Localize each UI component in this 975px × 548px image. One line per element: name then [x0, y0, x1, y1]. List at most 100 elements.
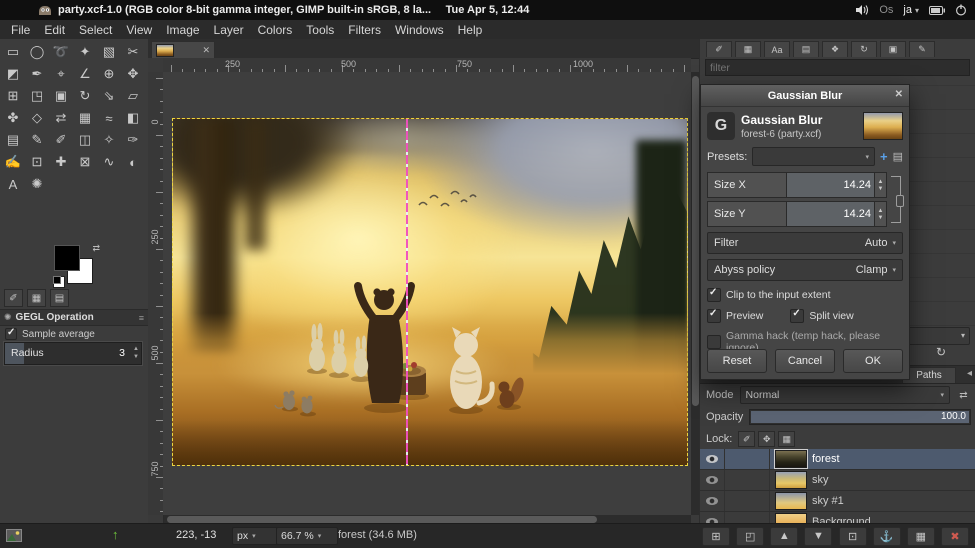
keyboard-layout-indicator[interactable]: ja: [903, 4, 912, 16]
tool-text[interactable]: A: [1, 173, 25, 195]
unit-combo[interactable]: px ▾: [232, 527, 278, 545]
lock-alpha-icon[interactable]: ▦: [778, 431, 795, 447]
tool-move[interactable]: ✥: [121, 63, 145, 85]
spin-up-icon[interactable]: ▲: [133, 345, 139, 353]
delete-layer-button[interactable]: ✖: [941, 527, 969, 546]
visibility-toggle[interactable]: [700, 491, 725, 511]
tool-scissors-select[interactable]: ✂: [121, 41, 145, 63]
tool-paths[interactable]: ✒: [25, 63, 49, 85]
gradient-preview-icon[interactable]: ▤: [50, 289, 69, 307]
tool-free-select[interactable]: ➰: [49, 41, 73, 63]
clock[interactable]: Tue Apr 5, 12:44: [446, 4, 530, 16]
menu-file[interactable]: File: [4, 21, 37, 39]
color-selector[interactable]: ⇄: [54, 245, 98, 287]
tool-clone[interactable]: ⊡: [25, 151, 49, 173]
size-x-field[interactable]: Size X 14.24 ▲ ▼: [707, 172, 887, 198]
radius-value[interactable]: 3: [119, 347, 125, 359]
spin-up-icon[interactable]: ▲: [878, 179, 884, 185]
tool-cage-transform[interactable]: ▦: [73, 107, 97, 129]
visibility-toggle[interactable]: [700, 470, 725, 490]
tool-mypaint-brush[interactable]: ✍: [1, 151, 25, 173]
tool-gradient[interactable]: ▤: [1, 129, 25, 151]
split-view-guide[interactable]: [406, 119, 408, 465]
horizontal-ruler[interactable]: 2505007501000: [163, 58, 691, 73]
layer-row-forest[interactable]: forest: [700, 449, 975, 470]
manage-presets-icon[interactable]: ▤: [893, 150, 903, 163]
image-icon[interactable]: [6, 529, 22, 542]
tab-paths[interactable]: Paths: [902, 367, 956, 383]
tab-fonts[interactable]: Aa: [764, 41, 790, 57]
lock-pixels-icon[interactable]: ✐: [738, 431, 755, 447]
split-view-checkbox[interactable]: [790, 309, 804, 323]
clip-extent-checkbox[interactable]: [707, 288, 721, 302]
tool-crop[interactable]: ◳: [25, 85, 49, 107]
close-tab-icon[interactable]: ✕: [202, 45, 210, 56]
tool-unified-transform[interactable]: ▣: [49, 85, 73, 107]
anchor-layer-button[interactable]: ⚓: [873, 527, 901, 546]
tool-bucket-fill[interactable]: ◧: [121, 107, 145, 129]
menu-windows[interactable]: Windows: [388, 21, 451, 39]
tool-pencil[interactable]: ✎: [25, 129, 49, 151]
tool-align[interactable]: ⊞: [1, 85, 25, 107]
vertical-scroll-thumb[interactable]: [692, 76, 699, 406]
layer-chain-cell[interactable]: [725, 491, 770, 511]
opacity-slider[interactable]: 100.0: [749, 409, 971, 425]
spin-down-icon[interactable]: ▼: [878, 186, 884, 192]
new-group-button[interactable]: ◰: [736, 527, 764, 546]
battery-icon[interactable]: [929, 6, 945, 15]
size-y-value[interactable]: 14.24: [787, 202, 874, 226]
layer-row-sky[interactable]: sky: [700, 470, 975, 491]
tool-heal[interactable]: ✚: [49, 151, 73, 173]
refresh-icon[interactable]: ↻: [936, 345, 946, 359]
tab-brushes[interactable]: ✐: [706, 41, 732, 57]
dialog-titlebar[interactable]: Gaussian Blur ✕: [701, 85, 909, 107]
menu-colors[interactable]: Colors: [251, 21, 300, 39]
tool-perspective-clone[interactable]: ⊠: [73, 151, 97, 173]
power-icon[interactable]: [955, 4, 967, 16]
sample-average-checkbox[interactable]: [5, 328, 17, 340]
canvas-viewport[interactable]: [163, 72, 691, 515]
close-icon[interactable]: ✕: [895, 89, 903, 100]
tool-zoom[interactable]: ⊕: [97, 63, 121, 85]
tool-ellipse-select[interactable]: ◯: [25, 41, 49, 63]
layer-name[interactable]: forest: [812, 453, 840, 465]
volume-icon[interactable]: [855, 4, 869, 16]
tool-shear[interactable]: ▱: [121, 85, 145, 107]
new-layer-button[interactable]: ⊞: [702, 527, 730, 546]
panel-menu-icon[interactable]: ≡: [139, 313, 144, 323]
green-arrow-icon[interactable]: ↑: [112, 527, 119, 542]
preview-checkbox[interactable]: [707, 309, 721, 323]
brush-preview-icon[interactable]: ✐: [4, 289, 23, 307]
radius-spinner[interactable]: ▲ ▼: [133, 345, 139, 361]
spin-down-icon[interactable]: ▼: [133, 353, 139, 361]
spin-down-icon[interactable]: ▼: [878, 215, 884, 221]
gamma-hack-checkbox[interactable]: [707, 335, 721, 349]
menu-select[interactable]: Select: [72, 21, 119, 39]
abyss-policy-combo[interactable]: Abyss policy Clamp▾: [707, 259, 903, 281]
menu-help[interactable]: Help: [451, 21, 490, 39]
duplicate-layer-button[interactable]: ⊡: [839, 527, 867, 546]
layer-chain-cell[interactable]: [725, 470, 770, 490]
layer-name[interactable]: sky #1: [812, 495, 844, 507]
link-size-chain-icon[interactable]: [891, 176, 901, 223]
default-colors-icon[interactable]: [53, 276, 65, 288]
tool-paintbrush[interactable]: ✐: [49, 129, 73, 151]
tool-perspective[interactable]: ◇: [25, 107, 49, 129]
layer-thumbnail[interactable]: [775, 492, 807, 510]
tool-gegl-operation[interactable]: ✺: [25, 173, 49, 195]
layer-row-sky-1[interactable]: sky #1: [700, 491, 975, 512]
menu-edit[interactable]: Edit: [37, 21, 72, 39]
tool-rectangle-select[interactable]: ▭: [1, 41, 25, 63]
layer-thumbnail[interactable]: [775, 450, 807, 468]
layer-thumbnail[interactable]: [775, 471, 807, 489]
tool-scale[interactable]: ⇘: [97, 85, 121, 107]
tool-measure[interactable]: ∠: [73, 63, 97, 85]
layer-name[interactable]: sky: [812, 474, 829, 486]
menu-view[interactable]: View: [119, 21, 159, 39]
tool-select-by-color[interactable]: ▧: [97, 41, 121, 63]
os-indicator[interactable]: Os: [879, 4, 893, 16]
tab-palettes[interactable]: ❖: [822, 41, 848, 57]
tool-dodge-burn[interactable]: ◐: [121, 151, 145, 173]
tool-rotate[interactable]: ↻: [73, 85, 97, 107]
lower-layer-button[interactable]: ▼: [804, 527, 832, 546]
